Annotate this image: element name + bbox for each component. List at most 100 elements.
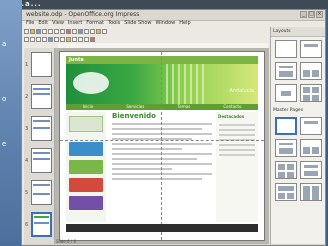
guide-line-vertical bbox=[161, 52, 162, 240]
standard-toolbar bbox=[24, 28, 107, 35]
open-icon[interactable] bbox=[30, 29, 35, 34]
slide-workarea: Junta Andalucía Inicio Servicios Temas C… bbox=[55, 48, 269, 244]
paste-icon[interactable] bbox=[60, 29, 65, 34]
window-title: website.odp - OpenOffice.org Impress bbox=[26, 11, 140, 18]
drawing-toolbar bbox=[24, 36, 95, 43]
new-icon[interactable] bbox=[24, 29, 29, 34]
rectangle-icon[interactable] bbox=[36, 37, 41, 42]
site-right-column: Destacados bbox=[216, 112, 258, 222]
site-header-text: Junta bbox=[69, 57, 84, 63]
close-button[interactable]: × bbox=[316, 11, 323, 18]
layout-blank[interactable] bbox=[275, 40, 297, 58]
task-pane-section: Master Pages bbox=[273, 108, 304, 113]
site-nav-item: Servicios bbox=[126, 104, 145, 109]
slide-canvas[interactable]: Junta Andalucía Inicio Servicios Temas C… bbox=[59, 51, 265, 241]
menu-help[interactable]: Help bbox=[179, 20, 190, 27]
menu-insert[interactable]: Insert bbox=[68, 20, 82, 27]
help-icon[interactable] bbox=[102, 29, 107, 34]
layout-option[interactable] bbox=[275, 139, 297, 157]
slide-thumbnail[interactable] bbox=[31, 148, 52, 173]
slide-number: 3 bbox=[25, 126, 29, 132]
arrange-icon[interactable] bbox=[84, 37, 89, 42]
shapes-icon[interactable] bbox=[66, 37, 71, 42]
menu-window[interactable]: Window bbox=[156, 20, 176, 27]
site-main-content: Bienvenido bbox=[112, 112, 212, 222]
text-icon[interactable] bbox=[48, 37, 53, 42]
maximize-button[interactable]: □ bbox=[308, 11, 315, 18]
background-label: a bbox=[2, 40, 7, 48]
layout-option[interactable] bbox=[275, 183, 297, 201]
table-icon[interactable] bbox=[84, 29, 89, 34]
site-nav: Inicio Servicios Temas Contacto bbox=[66, 104, 258, 110]
site-menu-box bbox=[69, 196, 103, 210]
menu-view[interactable]: View bbox=[52, 20, 64, 27]
layout-four[interactable] bbox=[300, 84, 322, 102]
print-icon[interactable] bbox=[42, 29, 47, 34]
layout-option[interactable] bbox=[275, 161, 297, 179]
menu-edit[interactable]: Edit bbox=[38, 20, 48, 27]
slide-thumbnail[interactable] bbox=[31, 180, 52, 205]
layout-option[interactable] bbox=[300, 117, 322, 135]
layout-option[interactable] bbox=[300, 161, 322, 179]
site-left-column bbox=[66, 112, 106, 222]
site-menu-box bbox=[69, 160, 103, 174]
background-left-strip: a o e bbox=[0, 0, 22, 246]
curve-icon[interactable] bbox=[54, 37, 59, 42]
line-icon[interactable] bbox=[30, 37, 35, 42]
redo-icon[interactable] bbox=[72, 29, 77, 34]
copy-icon[interactable] bbox=[54, 29, 59, 34]
align-icon[interactable] bbox=[78, 37, 83, 42]
ellipse-icon[interactable] bbox=[42, 37, 47, 42]
impress-window: website.odp - OpenOffice.org Impress _ □… bbox=[21, 9, 326, 246]
layout-centered[interactable] bbox=[275, 84, 297, 102]
layout-two-content[interactable] bbox=[300, 62, 322, 80]
menu-bar: File Edit View Insert Format Tools Slide… bbox=[22, 20, 325, 27]
banner-pattern bbox=[166, 64, 208, 104]
layout-option[interactable] bbox=[300, 183, 322, 201]
background-label: e bbox=[2, 140, 7, 148]
site-nav-item: Temas bbox=[177, 104, 191, 109]
site-nav-item: Inicio bbox=[82, 104, 94, 109]
slide-thumbnail-selected[interactable] bbox=[31, 212, 52, 237]
menu-format[interactable]: Format bbox=[86, 20, 104, 27]
layout-title-content[interactable] bbox=[275, 62, 297, 80]
navigator-icon[interactable] bbox=[96, 29, 101, 34]
slide-thumbnail[interactable] bbox=[31, 84, 52, 109]
menu-slide-show[interactable]: Slide Show bbox=[124, 20, 151, 27]
site-menu-box bbox=[69, 178, 103, 192]
rotate-icon[interactable] bbox=[72, 37, 77, 42]
banner-tag: Andalucía bbox=[229, 88, 254, 94]
slide-number: 5 bbox=[25, 190, 29, 196]
site-menu-box bbox=[69, 142, 103, 156]
site-right-heading: Destacados bbox=[218, 114, 245, 119]
layout-option[interactable] bbox=[300, 139, 322, 157]
site-image bbox=[69, 116, 103, 132]
menu-file[interactable]: File bbox=[26, 20, 34, 27]
background-top-strip: ...a... bbox=[0, 0, 328, 9]
effects-icon[interactable] bbox=[90, 37, 95, 42]
select-icon[interactable] bbox=[24, 37, 29, 42]
slide-number: 6 bbox=[25, 222, 29, 228]
zoom-icon[interactable] bbox=[90, 29, 95, 34]
layout-title[interactable] bbox=[300, 40, 322, 58]
task-pane-title: Layouts bbox=[271, 27, 325, 37]
slide-thumbnail[interactable] bbox=[31, 116, 52, 141]
site-logo-icon bbox=[73, 72, 109, 94]
undo-icon[interactable] bbox=[66, 29, 71, 34]
connector-icon[interactable] bbox=[60, 37, 65, 42]
layout-selected[interactable] bbox=[275, 117, 297, 135]
guide-line-horizontal bbox=[60, 140, 264, 141]
site-footer bbox=[66, 224, 258, 232]
site-banner: Andalucía bbox=[66, 64, 258, 104]
menu-tools[interactable]: Tools bbox=[108, 20, 120, 27]
cut-icon[interactable] bbox=[48, 29, 53, 34]
site-header-bar: Junta bbox=[66, 56, 258, 64]
slide-thumbnail[interactable] bbox=[31, 52, 52, 77]
slide-number: 1 bbox=[25, 62, 29, 68]
task-pane: Layouts Master Pages bbox=[270, 27, 325, 244]
site-nav-item: Contacto bbox=[223, 104, 242, 109]
save-icon[interactable] bbox=[36, 29, 41, 34]
minimize-button[interactable]: _ bbox=[300, 11, 307, 18]
slide-number: 2 bbox=[25, 94, 29, 100]
chart-icon[interactable] bbox=[78, 29, 83, 34]
